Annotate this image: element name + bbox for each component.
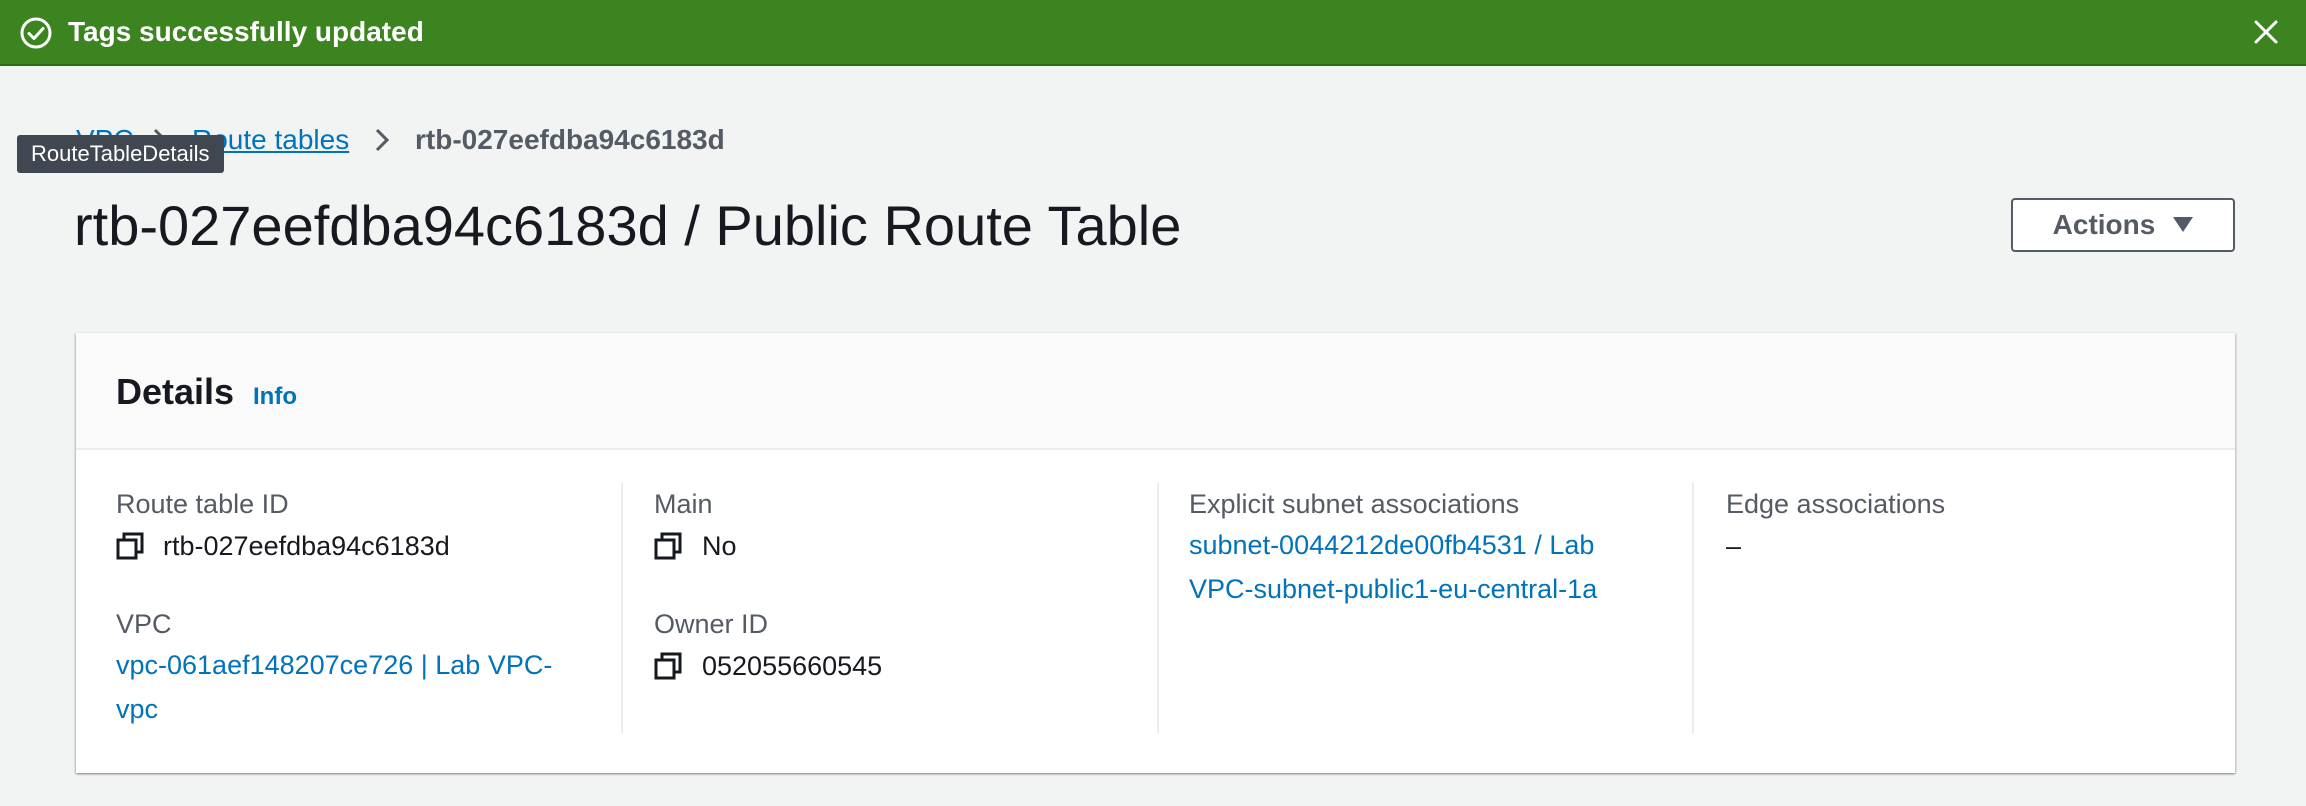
copy-icon[interactable]: [116, 532, 144, 560]
copy-icon[interactable]: [654, 532, 682, 560]
check-circle-icon: [20, 17, 52, 49]
column-divider: [621, 483, 623, 733]
explicit-subnet-line1: subnet-0044212de00fb4531 / Lab: [1189, 530, 1595, 560]
breadcrumb-current: rtb-027eefdba94c6183d: [415, 124, 725, 155]
details-panel: Details Info Route table ID rtb-027eefdb…: [76, 333, 2235, 773]
owner-id-value: 052055660545: [702, 651, 883, 681]
close-icon[interactable]: [2248, 14, 2284, 50]
main-value: No: [702, 531, 737, 561]
owner-id-label: Owner ID: [654, 609, 769, 639]
vpc-link[interactable]: vpc-061aef148207ce726 | Lab VPC- vpc: [116, 643, 596, 731]
vpc-link-line1: vpc-061aef148207ce726 | Lab VPC-: [116, 650, 553, 680]
page-title: rtb-027eefdba94c6183d / Public Route Tab…: [74, 194, 1182, 257]
route-table-id-label: Route table ID: [116, 489, 289, 519]
edge-associations-value: –: [1726, 531, 1742, 561]
route-table-id-value: rtb-027eefdba94c6183d: [163, 531, 450, 561]
copy-icon[interactable]: [654, 652, 682, 680]
details-title: Details: [116, 371, 235, 412]
main-label: Main: [654, 489, 713, 519]
flash-message: Tags successfully updated: [68, 16, 424, 47]
caret-down-icon: [2173, 217, 2194, 232]
info-link[interactable]: Info: [253, 383, 297, 411]
tooltip: RouteTableDetails: [17, 135, 224, 173]
edge-associations-label: Edge associations: [1726, 489, 1946, 519]
actions-button[interactable]: Actions: [2011, 198, 2235, 252]
explicit-subnet-link[interactable]: subnet-0044212de00fb4531 / Lab VPC-subne…: [1189, 523, 1669, 611]
flash-banner: Tags successfully updated: [0, 0, 2306, 66]
explicit-subnet-line2: VPC-subnet-public1-eu-central-1a: [1189, 574, 1598, 604]
vpc-link-line2: vpc: [116, 694, 159, 724]
column-divider: [1692, 483, 1694, 733]
actions-button-label: Actions: [2052, 209, 2156, 240]
details-panel-header: Details Info: [76, 333, 2235, 450]
column-divider: [1157, 483, 1159, 733]
vpc-label: VPC: [116, 609, 172, 639]
chevron-right-icon: [375, 128, 390, 152]
explicit-subnet-label: Explicit subnet associations: [1189, 489, 1520, 519]
